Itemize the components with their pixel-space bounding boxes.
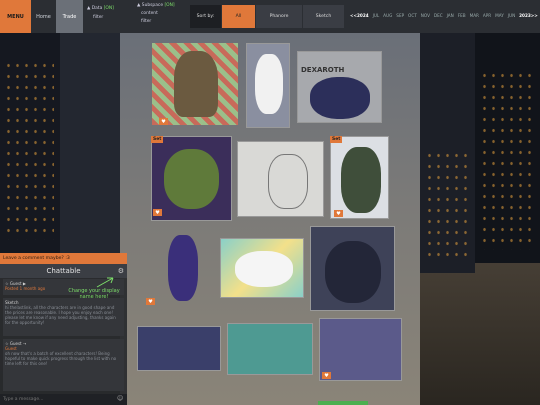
year-prev-link[interactable]: <<2024 — [350, 13, 369, 18]
month-link[interactable]: JUL — [373, 13, 380, 18]
message-text: oh now that's a batch of excellent chara… — [5, 351, 117, 366]
art-thumb-10[interactable] — [137, 326, 221, 371]
art-thumb-5[interactable] — [237, 141, 324, 217]
month-link[interactable]: MAY — [495, 13, 504, 18]
character-art — [174, 51, 218, 117]
filter-data[interactable]: ▲ Data [ON] filter — [87, 4, 114, 22]
heart-icon[interactable]: ♥ — [146, 298, 155, 305]
art-thumb-7[interactable] — [150, 231, 212, 306]
building-left-2 — [60, 33, 120, 273]
month-link[interactable]: APR — [483, 13, 491, 18]
art-thumb-9[interactable] — [310, 226, 395, 311]
building-lights — [425, 150, 470, 260]
character-art — [341, 147, 381, 213]
chat-message: ☆ Guest → Guest oh now that's a batch of… — [3, 339, 124, 391]
month-link[interactable]: OCT — [408, 13, 417, 18]
sort-sketch-button[interactable]: Sketch — [303, 5, 345, 28]
month-link[interactable]: JAN — [447, 13, 454, 18]
sort-phanore-button[interactable]: Phanore — [256, 5, 303, 28]
year-next-link[interactable]: 2023>> — [519, 13, 538, 18]
set-badge: Set — [330, 136, 343, 143]
heart-icon[interactable]: ♥ — [322, 372, 331, 379]
filter-data-name: Data — [91, 6, 103, 11]
sort-group: Sort by: All Phanore Sketch — [190, 5, 345, 28]
year-timeline: <<2024 JUL AUG SEP OCT NOV DEC JAN FEB M… — [350, 13, 538, 18]
chat-header: Leave a comment maybe? :3 — [0, 253, 127, 264]
filter-data-sub: filter — [93, 15, 104, 20]
art-thumb-12[interactable] — [319, 318, 402, 381]
month-link[interactable]: DEC — [434, 13, 443, 18]
character-art — [235, 251, 293, 287]
nav-trade[interactable]: Trade — [56, 0, 83, 33]
month-link[interactable]: FEB — [458, 13, 466, 18]
month-link[interactable]: AUG — [383, 13, 392, 18]
character-art — [255, 54, 283, 114]
watermark: DEXAROTH — [301, 66, 345, 74]
art-thumb-6[interactable] — [330, 136, 389, 219]
art-thumb-2[interactable] — [246, 43, 290, 128]
nav-home[interactable]: Home — [31, 0, 56, 33]
chat-input[interactable]: Type a message... — [0, 394, 127, 405]
sketch-art — [268, 154, 308, 209]
character-art — [310, 77, 370, 119]
art-thumb-1[interactable] — [152, 43, 238, 125]
chat-message: Sketch hi thelastlink, all the character… — [3, 298, 124, 336]
smiley-icon[interactable]: ☺ — [117, 395, 123, 402]
heart-icon[interactable]: ♥ — [334, 210, 343, 217]
character-art — [164, 149, 219, 209]
month-link[interactable]: NOV — [421, 13, 430, 18]
message-text: hi thelastlink, all the characters are i… — [5, 305, 116, 325]
building-lights — [4, 60, 54, 240]
character-art — [325, 241, 381, 303]
month-link[interactable]: SEP — [396, 13, 404, 18]
art-thumb-3[interactable]: DEXAROTH — [297, 51, 382, 123]
filter-subspace-sub1: content — [141, 11, 158, 16]
display-name-hint: Change your display name here! — [68, 288, 120, 300]
character-art — [168, 235, 198, 301]
gear-icon[interactable]: ⚙ — [118, 267, 124, 275]
set-badge: Set — [151, 136, 164, 143]
filter-subspace[interactable]: ▲ Subspace [ON] content filter — [137, 2, 175, 26]
month-link[interactable]: MAR — [470, 13, 479, 18]
scroll-indicator — [318, 401, 368, 405]
heart-icon[interactable]: ♥ — [153, 209, 162, 216]
menu-button[interactable]: MENU — [0, 0, 31, 33]
sort-label: Sort by: — [190, 5, 222, 28]
top-bar: MENU Home Trade ▲ Data [ON] filter ▲ Sub… — [0, 0, 540, 33]
heart-icon[interactable]: ♥ — [159, 118, 168, 125]
building-lights — [480, 70, 535, 250]
month-link[interactable]: JUN — [508, 13, 515, 18]
filter-subspace-state: [ON] — [164, 3, 175, 8]
sort-all-button[interactable]: All — [222, 5, 256, 28]
art-thumb-4[interactable] — [151, 136, 232, 221]
art-thumb-11[interactable] — [227, 323, 313, 375]
filter-subspace-name: Subspace — [141, 3, 164, 8]
filter-subspace-sub2: filter — [141, 19, 152, 24]
arrow-icon — [96, 277, 114, 288]
art-thumb-8[interactable] — [220, 238, 304, 298]
chat-title-text: Chattable — [46, 267, 81, 275]
filter-data-state: [ON] — [103, 6, 114, 11]
